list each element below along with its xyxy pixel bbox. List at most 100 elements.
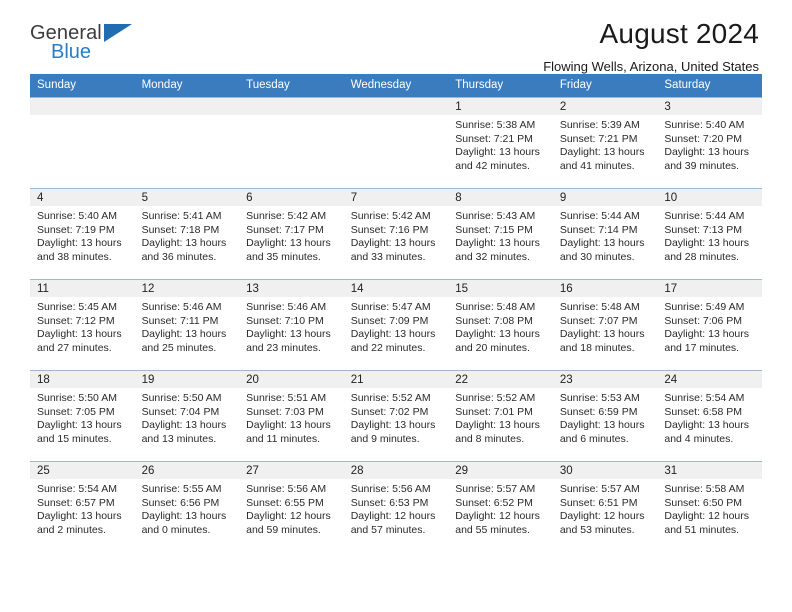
weekday-header-monday: Monday <box>134 74 240 98</box>
calendar-day-cell[interactable]: 14 Sunrise: 5:47 AM Sunset: 7:09 PM Dayligh… <box>343 279 449 371</box>
calendar-day-cell[interactable]: 27 Sunrise: 5:56 AM Sunset: 6:55 PM Dayligh… <box>239 461 344 552</box>
calendar-day-cell[interactable]: 2 Sunrise: 5:39 AM Sunset: 7:21 PM Daylight… <box>552 97 658 189</box>
calendar-day-cell[interactable]: 17 Sunrise: 5:49 AM Sunset: 7:06 PM Dayligh… <box>657 279 762 371</box>
day-number: 19 <box>134 371 240 388</box>
calendar-day-cell[interactable]: 20 Sunrise: 5:51 AM Sunset: 7:03 PM Dayligh… <box>239 370 344 462</box>
sunset-text: Sunset: 7:14 PM <box>559 223 638 236</box>
daylight-text: Daylight: 12 hours and 57 minutes. <box>350 510 436 536</box>
day-details: Sunrise: 5:42 AM Sunset: 7:17 PM Daylight:… <box>239 206 344 264</box>
calendar-day-cell[interactable]: 28 Sunrise: 5:56 AM Sunset: 6:53 PM Dayligh… <box>343 461 449 552</box>
calendar-page: General Blue August 2024 Flowing Wells, … <box>0 0 792 612</box>
day-number <box>134 98 240 115</box>
daylight-text: Daylight: 13 hours and 36 minutes. <box>141 237 227 263</box>
calendar-day-cell[interactable]: 22 Sunrise: 5:52 AM Sunset: 7:01 PM Dayligh… <box>448 370 553 462</box>
sunset-text: Sunset: 6:50 PM <box>664 496 743 509</box>
page-subtitle: Flowing Wells, Arizona, United States <box>543 59 759 74</box>
calendar-week-row: 1 Sunrise: 5:38 AM Sunset: 7:21 PM Daylight… <box>30 97 762 189</box>
daylight-text: Daylight: 13 hours and 11 minutes. <box>246 419 331 445</box>
calendar-day-cell[interactable]: 11 Sunrise: 5:45 AM Sunset: 7:12 PM Dayligh… <box>30 279 135 371</box>
sunrise-text: Sunrise: 5:54 AM <box>37 483 117 495</box>
daylight-text: Daylight: 13 hours and 42 minutes. <box>455 146 540 172</box>
brand-logo[interactable]: General Blue <box>30 18 150 62</box>
calendar-day-cell[interactable]: 31 Sunrise: 5:58 AM Sunset: 6:50 PM Dayligh… <box>657 461 762 552</box>
calendar-day-cell[interactable]: 1 Sunrise: 5:38 AM Sunset: 7:21 PM Daylight… <box>448 97 553 189</box>
sunrise-text: Sunrise: 5:53 AM <box>559 392 640 404</box>
sunrise-text: Sunrise: 5:48 AM <box>455 301 536 313</box>
sunset-text: Sunset: 7:16 PM <box>350 223 429 236</box>
day-details: Sunrise: 5:56 AM Sunset: 6:53 PM Daylight:… <box>344 479 449 537</box>
day-number: 20 <box>239 371 344 388</box>
daylight-text: Daylight: 13 hours and 25 minutes. <box>141 328 227 354</box>
day-details: Sunrise: 5:38 AM Sunset: 7:21 PM Daylight:… <box>448 115 553 173</box>
day-number: 4 <box>30 189 135 206</box>
daylight-text: Daylight: 13 hours and 8 minutes. <box>455 419 540 445</box>
sunrise-text: Sunrise: 5:48 AM <box>559 301 640 313</box>
calendar-day-cell[interactable]: 12 Sunrise: 5:46 AM Sunset: 7:11 PM Dayligh… <box>134 279 240 371</box>
sunset-text: Sunset: 6:58 PM <box>664 405 743 418</box>
daylight-text: Daylight: 13 hours and 20 minutes. <box>455 328 540 354</box>
calendar-day-cell[interactable]: 29 Sunrise: 5:57 AM Sunset: 6:52 PM Dayligh… <box>448 461 553 552</box>
sunset-text: Sunset: 6:56 PM <box>141 496 220 509</box>
daylight-text: Daylight: 12 hours and 55 minutes. <box>455 510 540 536</box>
calendar-day-cell[interactable]: 8 Sunrise: 5:43 AM Sunset: 7:15 PM Daylight… <box>448 188 553 280</box>
calendar-day-cell[interactable]: 21 Sunrise: 5:52 AM Sunset: 7:02 PM Dayligh… <box>343 370 449 462</box>
sunset-text: Sunset: 7:19 PM <box>37 223 115 236</box>
calendar-day-cell[interactable]: 6 Sunrise: 5:42 AM Sunset: 7:17 PM Daylight… <box>239 188 344 280</box>
sunrise-text: Sunrise: 5:43 AM <box>455 210 536 222</box>
day-number: 5 <box>134 189 240 206</box>
daylight-text: Daylight: 13 hours and 6 minutes. <box>559 419 645 445</box>
day-number: 14 <box>343 280 449 297</box>
calendar-day-cell[interactable]: 9 Sunrise: 5:44 AM Sunset: 7:14 PM Daylight… <box>552 188 658 280</box>
daylight-text: Daylight: 13 hours and 35 minutes. <box>246 237 331 263</box>
calendar-day-cell[interactable]: 3 Sunrise: 5:40 AM Sunset: 7:20 PM Daylight… <box>657 97 762 189</box>
day-number: 13 <box>239 280 344 297</box>
calendar-day-cell[interactable]: 25 Sunrise: 5:54 AM Sunset: 6:57 PM Dayligh… <box>30 461 135 552</box>
calendar-day-cell[interactable]: 30 Sunrise: 5:57 AM Sunset: 6:51 PM Dayligh… <box>552 461 658 552</box>
calendar-day-cell[interactable]: 15 Sunrise: 5:48 AM Sunset: 7:08 PM Dayligh… <box>448 279 553 371</box>
calendar-day-cell[interactable]: 19 Sunrise: 5:50 AM Sunset: 7:04 PM Dayligh… <box>134 370 240 462</box>
day-details: Sunrise: 5:52 AM Sunset: 7:02 PM Daylight:… <box>344 388 449 446</box>
sunrise-text: Sunrise: 5:49 AM <box>664 301 745 313</box>
daylight-text: Daylight: 12 hours and 59 minutes. <box>246 510 331 536</box>
calendar-day-cell[interactable]: 18 Sunrise: 5:50 AM Sunset: 7:05 PM Dayligh… <box>30 370 135 462</box>
day-number: 30 <box>552 462 658 479</box>
day-number: 18 <box>30 371 135 388</box>
day-details: Sunrise: 5:44 AM Sunset: 7:14 PM Daylight:… <box>553 206 658 264</box>
daylight-text: Daylight: 13 hours and 32 minutes. <box>455 237 540 263</box>
calendar-day-cell[interactable]: 13 Sunrise: 5:46 AM Sunset: 7:10 PM Dayligh… <box>239 279 344 371</box>
day-number: 7 <box>343 189 449 206</box>
daylight-text: Daylight: 13 hours and 38 minutes. <box>37 237 122 263</box>
day-number: 26 <box>134 462 240 479</box>
triangle-icon <box>104 24 132 42</box>
sunrise-text: Sunrise: 5:45 AM <box>37 301 117 313</box>
day-number: 31 <box>657 462 762 479</box>
calendar-day-cell[interactable]: 26 Sunrise: 5:55 AM Sunset: 6:56 PM Dayligh… <box>134 461 240 552</box>
sunset-text: Sunset: 7:11 PM <box>141 314 219 327</box>
calendar-day-cell[interactable]: 7 Sunrise: 5:42 AM Sunset: 7:16 PM Daylight… <box>343 188 449 280</box>
daylight-text: Daylight: 13 hours and 18 minutes. <box>559 328 645 354</box>
day-details: Sunrise: 5:50 AM Sunset: 7:05 PM Daylight:… <box>30 388 135 446</box>
day-details: Sunrise: 5:48 AM Sunset: 7:07 PM Daylight:… <box>553 297 658 355</box>
calendar-cell-empty <box>134 97 240 189</box>
daylight-text: Daylight: 13 hours and 15 minutes. <box>37 419 122 445</box>
calendar-day-cell[interactable]: 23 Sunrise: 5:53 AM Sunset: 6:59 PM Dayligh… <box>552 370 658 462</box>
calendar-day-cell[interactable]: 4 Sunrise: 5:40 AM Sunset: 7:19 PM Daylight… <box>30 188 135 280</box>
day-details: Sunrise: 5:48 AM Sunset: 7:08 PM Daylight:… <box>448 297 553 355</box>
day-details: Sunrise: 5:52 AM Sunset: 7:01 PM Daylight:… <box>448 388 553 446</box>
sunset-text: Sunset: 7:02 PM <box>350 405 429 418</box>
sunrise-text: Sunrise: 5:46 AM <box>141 301 222 313</box>
day-number: 12 <box>134 280 240 297</box>
daylight-text: Daylight: 13 hours and 22 minutes. <box>350 328 436 354</box>
calendar-day-cell[interactable]: 10 Sunrise: 5:44 AM Sunset: 7:13 PM Dayligh… <box>657 188 762 280</box>
day-number: 9 <box>552 189 658 206</box>
calendar-day-cell[interactable]: 16 Sunrise: 5:48 AM Sunset: 7:07 PM Dayligh… <box>552 279 658 371</box>
calendar-day-cell[interactable]: 5 Sunrise: 5:41 AM Sunset: 7:18 PM Daylight… <box>134 188 240 280</box>
daylight-text: Daylight: 13 hours and 17 minutes. <box>664 328 750 354</box>
calendar-day-cell[interactable]: 24 Sunrise: 5:54 AM Sunset: 6:58 PM Dayligh… <box>657 370 762 462</box>
weekday-header-friday: Friday <box>552 74 658 98</box>
sunrise-text: Sunrise: 5:38 AM <box>455 119 536 131</box>
sunrise-text: Sunrise: 5:58 AM <box>664 483 745 495</box>
daylight-text: Daylight: 13 hours and 23 minutes. <box>246 328 331 354</box>
sunrise-text: Sunrise: 5:39 AM <box>559 119 640 131</box>
day-details: Sunrise: 5:47 AM Sunset: 7:09 PM Daylight:… <box>344 297 449 355</box>
